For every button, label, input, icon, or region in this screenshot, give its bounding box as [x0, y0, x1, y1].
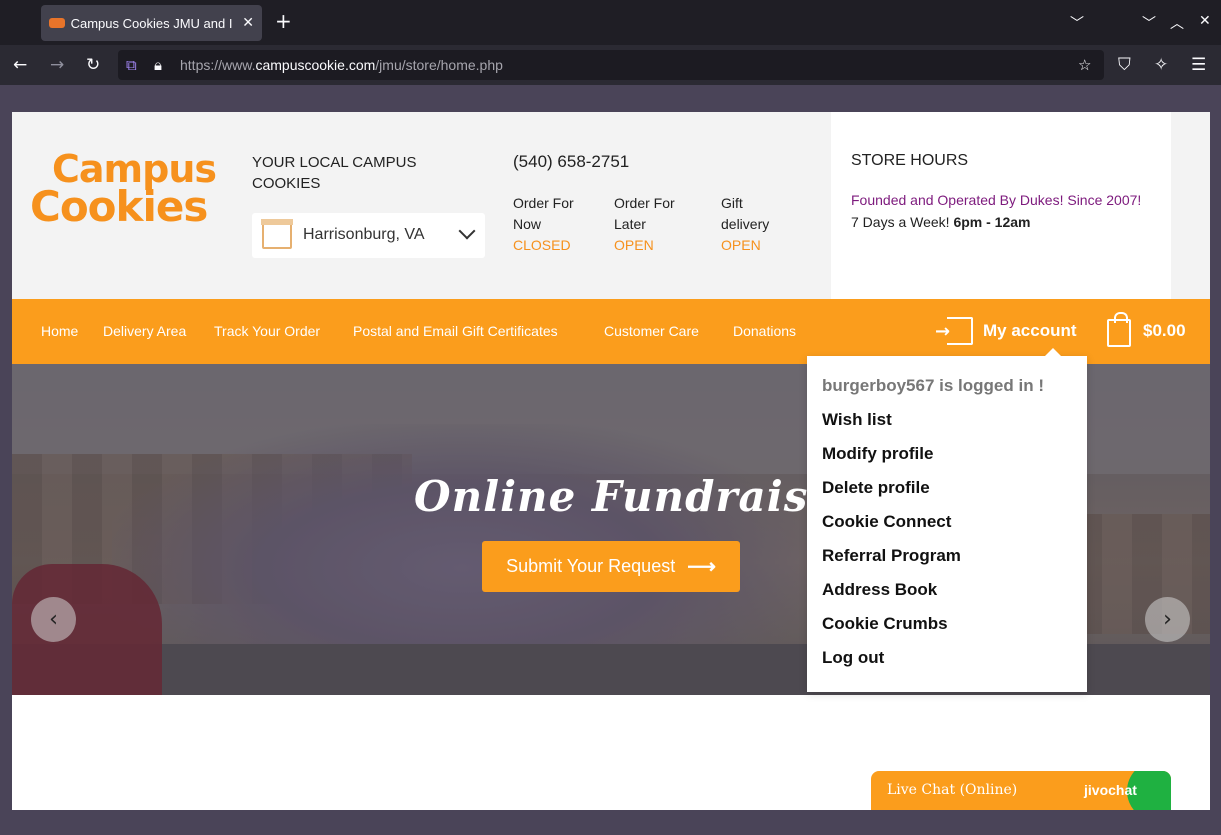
nav-delivery-area[interactable]: Delivery Area: [103, 323, 186, 339]
menu-icon[interactable]: ☰: [1191, 54, 1206, 76]
cart-button[interactable]: $0.00: [1107, 312, 1186, 347]
new-tab-icon[interactable]: +: [275, 11, 292, 31]
carousel-next-button[interactable]: ›: [1145, 597, 1190, 642]
forward-icon[interactable]: →: [50, 54, 64, 76]
order-now[interactable]: Order For Now CLOSED: [513, 193, 593, 256]
menu-modify-profile[interactable]: Modify profile: [822, 444, 1072, 478]
close-tab-icon[interactable]: ✕: [242, 15, 254, 31]
bookmark-star-icon[interactable]: ☆: [1078, 56, 1091, 74]
location-select[interactable]: Harrisonburg, VA: [252, 213, 485, 258]
tab-favicon-icon: [49, 18, 65, 28]
tab-title: Campus Cookies JMU and I: [70, 15, 233, 31]
days-text: 7 Days a Week! 6pm - 12am: [851, 214, 1031, 230]
reload-icon[interactable]: ↻: [86, 54, 100, 76]
close-window-icon[interactable]: ✕: [1199, 13, 1211, 29]
order-later[interactable]: Order For Later OPEN: [614, 193, 694, 256]
carousel-prev-button[interactable]: ‹: [31, 597, 76, 642]
jivochat-logo: jivochat: [1084, 782, 1137, 798]
menu-cookie-connect[interactable]: Cookie Connect: [822, 512, 1072, 546]
browser-tab[interactable]: Campus Cookies JMU and I ✕: [41, 5, 262, 41]
chevron-down-icon: [458, 222, 476, 240]
nav-donations[interactable]: Donations: [733, 323, 796, 339]
maximize-icon[interactable]: ︿: [1170, 13, 1184, 33]
logged-in-status: burgerboy567 is logged in !: [822, 376, 1044, 395]
live-chat-label: Live Chat (Online): [887, 782, 1018, 798]
shield-icon[interactable]: ⛉: [1118, 54, 1131, 76]
browser-nav-bar: ← → ↻ ⧉ 🔒︎ https://www.campuscookie.com/…: [0, 45, 1221, 85]
site-header: Campus Cookies YOUR LOCAL CAMPUS COOKIES…: [12, 112, 1210, 299]
login-icon: [935, 317, 973, 345]
submit-request-button[interactable]: Submit Your Request ⟶: [482, 541, 740, 592]
nav-customer-care[interactable]: Customer Care: [604, 323, 699, 339]
nav-home[interactable]: Home: [41, 323, 78, 339]
my-account-button[interactable]: My account: [935, 317, 1077, 345]
address-bar[interactable]: ⧉ 🔒︎ https://www.campuscookie.com/jmu/st…: [118, 50, 1104, 80]
extensions-icon[interactable]: ✧: [1154, 54, 1168, 76]
phone-number[interactable]: (540) 658-2751: [513, 152, 629, 172]
store-icon: [261, 219, 293, 249]
arrow-right-icon: ⟶: [687, 556, 716, 578]
nav-gift-certificates[interactable]: Postal and Email Gift Certificates: [353, 323, 558, 339]
menu-referral-program[interactable]: Referral Program: [822, 546, 1072, 580]
live-chat-widget[interactable]: Live Chat (Online) jivochat: [871, 771, 1171, 810]
minimize-icon[interactable]: ﹀: [1142, 13, 1156, 33]
order-status: CLOSED: [513, 237, 571, 253]
location-name: Harrisonburg, VA: [303, 226, 425, 243]
cart-total: $0.00: [1143, 321, 1186, 340]
main-menu: Home Delivery Area Track Your Order Post…: [12, 299, 1210, 364]
back-icon[interactable]: ←: [13, 54, 27, 76]
menu-wish-list[interactable]: Wish list: [822, 410, 1072, 444]
site-permissions-icon[interactable]: ⧉: [126, 56, 137, 74]
lock-icon[interactable]: 🔒︎: [154, 56, 162, 74]
browser-tab-bar: Campus Cookies JMU and I ✕ + ﹀ ﹀ ︿ ✕: [0, 0, 1221, 45]
account-dropdown: burgerboy567 is logged in ! Wish list Mo…: [807, 348, 1087, 692]
campus-cookies-logo[interactable]: Campus Cookies: [30, 149, 226, 233]
chevron-left-icon: ‹: [49, 607, 58, 632]
menu-log-out[interactable]: Log out: [822, 648, 1072, 682]
menu-delete-profile[interactable]: Delete profile: [822, 478, 1072, 512]
url-text: https://www.campuscookie.com/jmu/store/h…: [180, 57, 503, 73]
store-hours: STORE HOURS Founded and Operated By Duke…: [831, 112, 1171, 299]
order-status: OPEN: [614, 237, 654, 253]
chevron-right-icon: ›: [1163, 607, 1172, 632]
shopping-bag-icon: [1107, 312, 1131, 347]
founded-text: Founded and Operated By Dukes! Since 200…: [851, 192, 1142, 208]
gift-delivery[interactable]: Gift delivery OPEN: [721, 193, 791, 256]
menu-cookie-crumbs[interactable]: Cookie Crumbs: [822, 614, 1072, 648]
nav-track-order[interactable]: Track Your Order: [214, 323, 320, 339]
store-hours-title: STORE HOURS: [851, 152, 969, 169]
order-status: OPEN: [721, 237, 761, 253]
local-store-label: YOUR LOCAL CAMPUS COOKIES: [252, 154, 417, 192]
list-tabs-icon[interactable]: ﹀: [1070, 13, 1084, 33]
menu-address-book[interactable]: Address Book: [822, 580, 1072, 614]
